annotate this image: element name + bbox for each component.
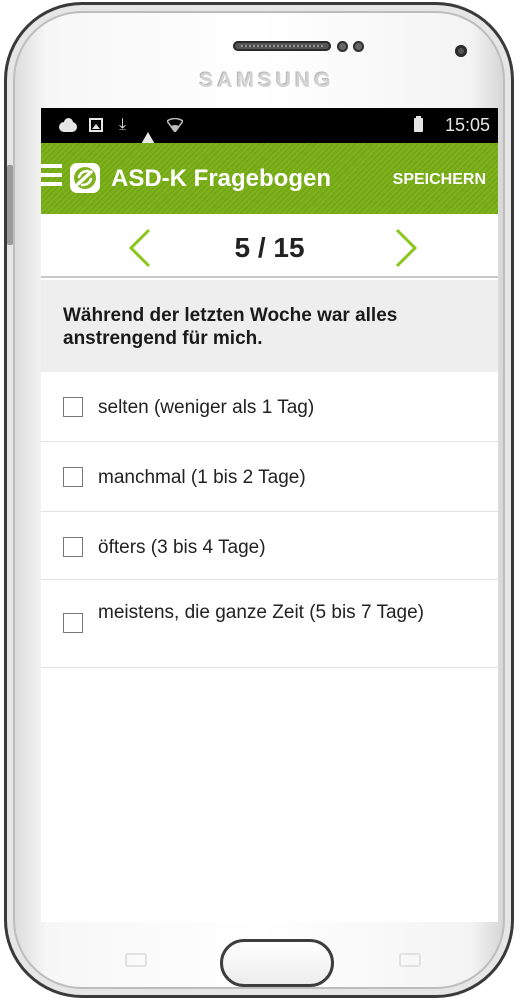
cloud-upload-icon xyxy=(59,118,77,132)
option-label: meistens, die ganze Zeit (5 bis 7 Tage) xyxy=(98,602,424,623)
option-label: manchmal (1 bis 2 Tage) xyxy=(98,467,306,488)
option-checkbox[interactable] xyxy=(63,537,83,557)
status-time: 15:05 xyxy=(444,115,490,135)
app-screen: ⤓ 15:05 ASD-K Fragebogen SPEICHERN 5 / 1… xyxy=(41,108,498,922)
app-logo-icon xyxy=(70,163,100,193)
app-bar: ASD-K Fragebogen SPEICHERN xyxy=(41,143,498,214)
front-camera xyxy=(455,45,467,57)
question-pager: 5 / 15 xyxy=(41,214,498,278)
answer-option[interactable]: öfters (3 bis 4 Tage) xyxy=(41,512,498,580)
page-counter: 5 / 15 xyxy=(234,232,305,263)
battery-icon xyxy=(414,116,423,132)
save-button[interactable]: SPEICHERN xyxy=(393,171,486,189)
warning-icon xyxy=(140,118,156,146)
light-sensor xyxy=(353,41,364,52)
chevron-right-icon[interactable] xyxy=(391,228,421,268)
option-label: öfters (3 bis 4 Tage) xyxy=(98,537,266,558)
home-button[interactable] xyxy=(220,939,334,987)
image-icon xyxy=(89,118,103,132)
device-brand-logo: SAMSUNG xyxy=(199,69,335,92)
app-title: ASD-K Fragebogen xyxy=(111,165,332,192)
proximity-sensor xyxy=(337,41,348,52)
option-checkbox[interactable] xyxy=(63,397,83,417)
recent-apps-icon xyxy=(125,953,147,967)
option-checkbox[interactable] xyxy=(63,467,83,487)
answer-option[interactable]: manchmal (1 bis 2 Tage) xyxy=(41,442,498,512)
option-checkbox[interactable] xyxy=(63,613,83,633)
hamburger-menu-icon[interactable] xyxy=(41,164,62,190)
answer-option[interactable]: selten (weniger als 1 Tag) xyxy=(41,372,498,442)
download-icon: ⤓ xyxy=(119,116,127,133)
earpiece-speaker xyxy=(233,41,331,51)
volume-button xyxy=(7,165,13,245)
question-text: Während der letzten Woche war alles anst… xyxy=(41,280,498,372)
option-label: selten (weniger als 1 Tag) xyxy=(98,397,315,418)
wifi-icon xyxy=(165,117,185,134)
answer-option[interactable]: meistens, die ganze Zeit (5 bis 7 Tage) xyxy=(41,580,498,668)
back-icon xyxy=(399,953,421,967)
status-bar: ⤓ 15:05 xyxy=(41,108,498,146)
